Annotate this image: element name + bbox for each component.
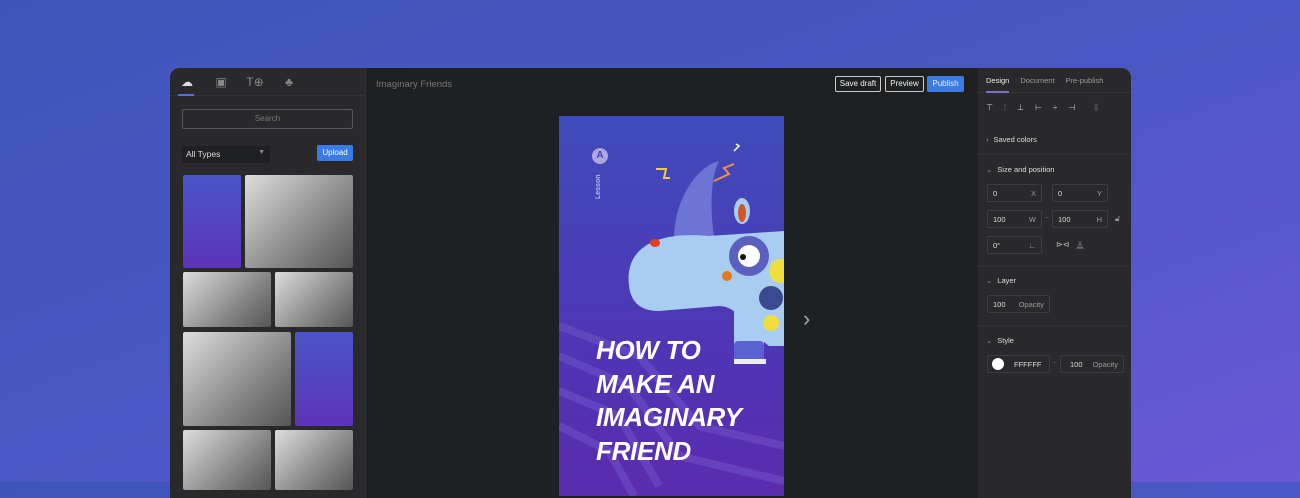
section-title: Size and position — [997, 165, 1055, 174]
align-right-icon[interactable]: ⊣ — [1068, 103, 1075, 113]
media-thumbnail[interactable] — [295, 332, 353, 426]
headline-line: IMAGINARY — [596, 402, 742, 432]
align-bottom-icon[interactable]: ⊥ — [1017, 103, 1024, 113]
align-left-icon[interactable]: ⊢ — [1035, 103, 1042, 113]
media-thumbnail[interactable] — [275, 272, 353, 327]
chevron-right-icon: › — [986, 135, 989, 144]
media-thumbnail[interactable] — [183, 272, 271, 327]
media-tabs: ☁ ▣ T⊕ ♣ — [170, 68, 365, 96]
tab-document[interactable]: Document — [1020, 76, 1054, 92]
tab-pre-publish[interactable]: Pre-publish — [1066, 76, 1104, 92]
image-icon[interactable]: ▣ — [204, 75, 238, 89]
alignment-toolbar: ⊤ ⫶ ⊥ ⊢ ÷ ⊣ ⫼ — [986, 103, 1098, 113]
style-section[interactable]: ⌄ Style — [986, 336, 1014, 345]
section-title: Style — [997, 336, 1014, 345]
link-dash: – — [1053, 359, 1057, 366]
x-value: 0 — [993, 189, 998, 198]
style-opacity-input[interactable]: 100 Opacity — [1060, 355, 1124, 373]
upload-cloud-icon[interactable]: ☁ — [170, 75, 204, 89]
y-input[interactable]: 0Y — [1052, 184, 1108, 202]
align-middle-icon[interactable]: ⫶ — [1004, 103, 1006, 113]
color-value: FFFFFF — [1014, 360, 1042, 369]
publish-button[interactable]: Publish — [927, 76, 964, 92]
flip-vertical-icon[interactable]: ⏅ — [1076, 240, 1084, 251]
shapes-icon[interactable]: ♣ — [272, 75, 306, 89]
headline-line: MAKE AN — [596, 368, 715, 399]
y-value: 0 — [1058, 189, 1063, 198]
divider — [978, 266, 1131, 267]
w-label: W — [1028, 215, 1036, 224]
layer-opacity-input[interactable]: 100 Opacity — [987, 295, 1050, 313]
search-input[interactable]: Search — [182, 109, 353, 129]
save-draft-button[interactable]: Save draft — [835, 76, 881, 92]
canvas-area: Imaginary Friends Save draft Preview Pub… — [366, 68, 978, 498]
chevron-down-icon: ▼ — [258, 149, 265, 156]
opacity-label: Opacity — [1092, 360, 1118, 369]
document-title: Imaginary Friends — [376, 79, 453, 90]
page-headline[interactable]: HOW TO MAKE AN IMAGINARY FRIEND — [596, 334, 742, 468]
text-add-icon[interactable]: T⊕ — [238, 75, 272, 89]
opacity-value: 100 — [1070, 360, 1083, 369]
headline-line: HOW TO — [596, 335, 701, 365]
color-input[interactable]: FFFFFF — [987, 355, 1050, 373]
h-label: H — [1096, 215, 1102, 224]
chevron-down-icon: ⌄ — [986, 165, 993, 174]
angle-icon: ∟ — [1028, 241, 1036, 250]
upload-button[interactable]: Upload — [317, 145, 353, 161]
editor-window: ☁ ▣ T⊕ ♣ Search All Types ▼ Upload Imagin… — [170, 68, 1131, 498]
chevron-down-icon: ⌄ — [986, 336, 993, 345]
type-filter-select[interactable]: All Types ▼ — [182, 146, 270, 163]
width-input[interactable]: 100 W — [987, 210, 1042, 228]
opacity-value: 100 — [993, 300, 1006, 309]
media-thumbnail[interactable] — [245, 175, 353, 268]
x-input[interactable]: 0X — [987, 184, 1042, 202]
saved-colors-section[interactable]: › Saved colors — [986, 135, 1037, 144]
lock-icon[interactable]: 🔓︎ — [1115, 214, 1120, 224]
rotation-value: 0° — [993, 241, 1001, 250]
opacity-label: Opacity — [1018, 300, 1044, 309]
align-top-icon[interactable]: ⊤ — [986, 103, 993, 113]
w-value: 100 — [993, 215, 1006, 224]
media-thumbnail[interactable] — [275, 430, 353, 490]
active-tab-indicator — [986, 91, 1009, 93]
distribute-icon[interactable]: ⫼ — [1094, 103, 1098, 113]
next-page-chevron-icon[interactable]: › — [803, 306, 810, 332]
divider — [978, 325, 1131, 326]
headline-line: FRIEND — [596, 435, 691, 466]
flip-horizontal-icon[interactable]: ⊳⊲ — [1056, 240, 1069, 249]
media-thumbnail[interactable] — [183, 430, 271, 490]
link-dash: – — [1045, 214, 1049, 221]
divider — [978, 154, 1131, 155]
layer-section[interactable]: ⌄ Layer — [986, 276, 1016, 285]
media-thumbnail[interactable] — [183, 332, 291, 426]
chevron-down-icon: ⌄ — [986, 276, 993, 285]
size-position-section[interactable]: ⌄ Size and position — [986, 165, 1054, 174]
preview-button[interactable]: Preview — [885, 76, 924, 92]
properties-tabs: Design Document Pre-publish — [978, 68, 1131, 93]
active-tab-indicator — [178, 94, 194, 96]
type-filter-value: All Types — [186, 149, 221, 159]
media-thumbnail[interactable] — [183, 175, 241, 268]
section-title: Saved colors — [993, 135, 1037, 144]
y-label: Y — [1096, 189, 1102, 198]
align-center-icon[interactable]: ÷ — [1053, 103, 1057, 113]
lesson-badge: A — [592, 148, 608, 164]
color-swatch[interactable] — [992, 358, 1004, 370]
height-input[interactable]: 100 H — [1052, 210, 1108, 228]
section-title: Layer — [997, 276, 1017, 285]
lesson-label: Lesson — [595, 174, 602, 199]
rotation-input[interactable]: 0° ∟ — [987, 236, 1042, 254]
story-page[interactable]: A Lesson HOW TO MAKE AN IMAGINARY FRIEND — [559, 116, 784, 496]
tab-design[interactable]: Design — [986, 76, 1009, 92]
x-label: X — [1030, 189, 1036, 198]
h-value: 100 — [1058, 215, 1071, 224]
properties-panel: Design Document Pre-publish ⊤ ⫶ ⊥ ⊢ ÷ ⊣ ⫼ › Sav… — [978, 68, 1131, 498]
media-panel: ☁ ▣ T⊕ ♣ Search All Types ▼ Upload — [170, 68, 366, 498]
